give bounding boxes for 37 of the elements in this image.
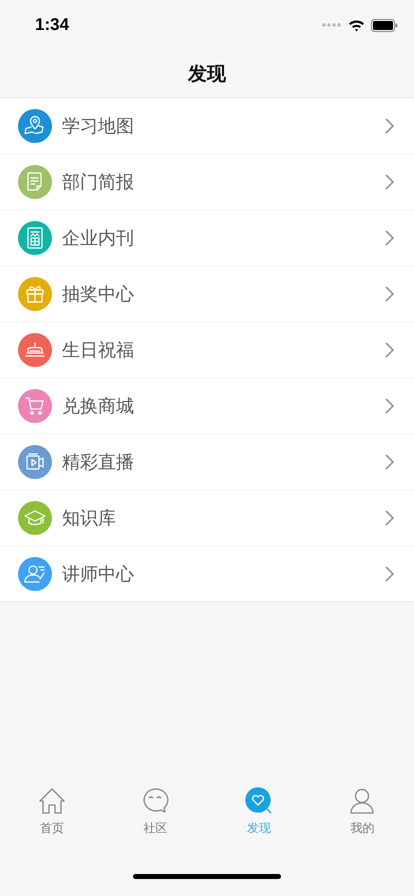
- tab-item[interactable]: 社区: [104, 786, 207, 856]
- menu-item[interactable]: 生日祝福: [0, 322, 414, 378]
- wifi-icon: [348, 18, 365, 32]
- chevron-right-icon: [385, 566, 394, 582]
- menu-label: 讲师中心: [62, 562, 135, 586]
- menu-label: 精彩直播: [62, 450, 135, 474]
- chevron-right-icon: [385, 342, 394, 358]
- page-title: 发现: [188, 62, 226, 86]
- chevron-right-icon: [385, 174, 394, 190]
- chevron-right-icon: [385, 454, 394, 470]
- chevron-right-icon: [385, 398, 394, 414]
- battery-icon: [371, 18, 398, 32]
- menu-item[interactable]: 讲师中心: [0, 546, 414, 602]
- home-icon: [36, 786, 67, 816]
- heart-search-icon: [244, 786, 274, 816]
- menu-label: 部门简报: [62, 170, 135, 194]
- signal-icon: [322, 23, 342, 27]
- menu-label: 知识库: [62, 506, 117, 530]
- menu-item[interactable]: 学习地图: [0, 98, 414, 154]
- menu-label: 企业内刊: [62, 226, 135, 250]
- menu-label: 生日祝福: [62, 338, 135, 362]
- chevron-right-icon: [385, 230, 394, 246]
- menu-item[interactable]: 企业内刊: [0, 210, 414, 266]
- menu-item[interactable]: 部门简报: [0, 154, 414, 210]
- menu-item[interactable]: 知识库: [0, 490, 414, 546]
- menu-item[interactable]: 抽奖中心: [0, 266, 414, 322]
- menu-label: 学习地图: [62, 114, 135, 138]
- tab-item[interactable]: 首页: [0, 786, 104, 856]
- menu-label: 抽奖中心: [62, 282, 135, 306]
- chevron-right-icon: [385, 510, 394, 526]
- status-time: 1:34: [35, 15, 70, 35]
- menu-label: 兑换商城: [62, 394, 135, 418]
- chevron-right-icon: [385, 286, 394, 302]
- menu-item[interactable]: 兑换商城: [0, 378, 414, 434]
- chevron-right-icon: [385, 118, 394, 134]
- menu-item[interactable]: 精彩直播: [0, 434, 414, 490]
- tab-item[interactable]: 我的: [310, 786, 414, 856]
